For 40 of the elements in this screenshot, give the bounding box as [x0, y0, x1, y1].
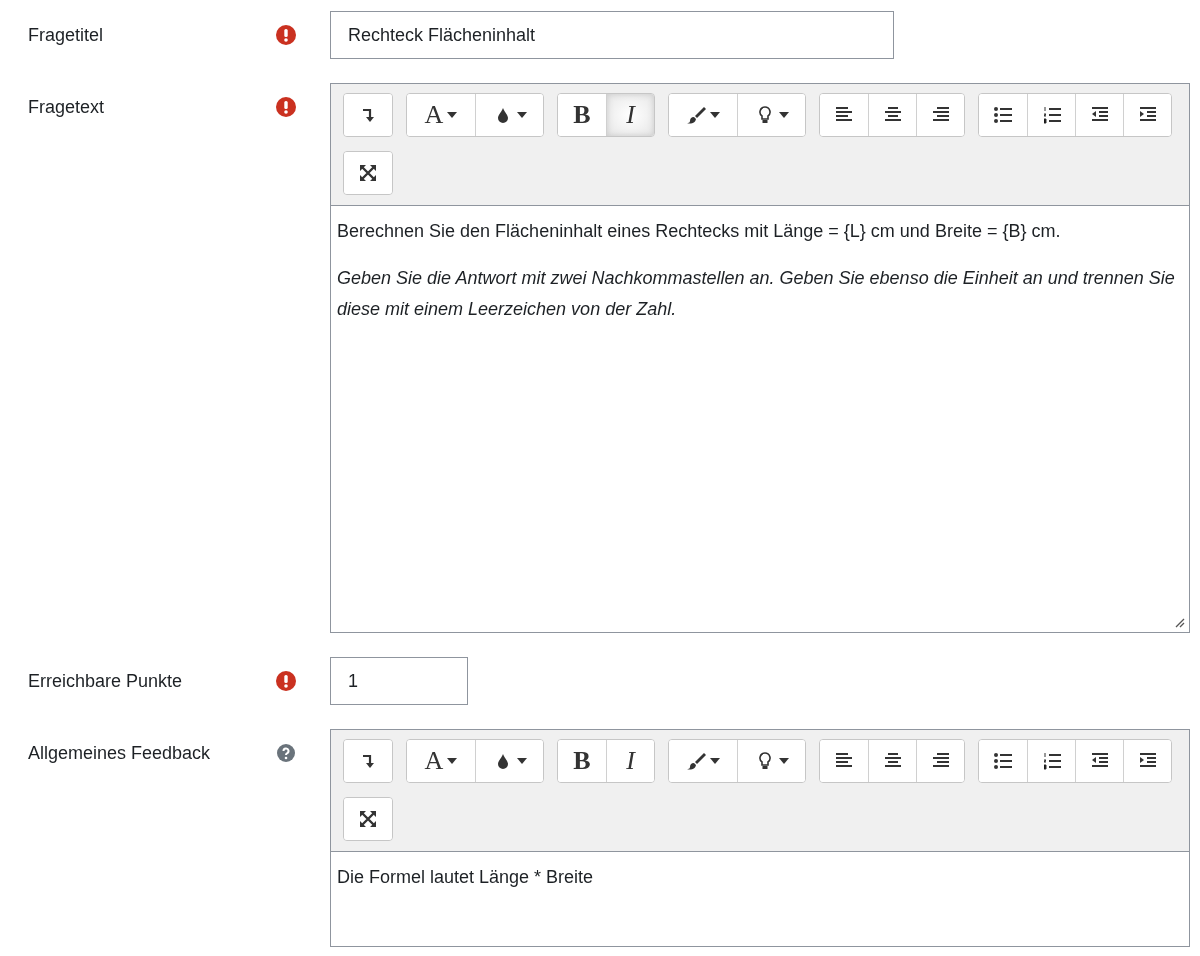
- toolbar-button[interactable]: I: [606, 94, 654, 136]
- toolbar-button[interactable]: [344, 94, 392, 136]
- caret-icon: [447, 758, 458, 764]
- bullet-list-icon: [993, 751, 1013, 771]
- paragraph: Geben Sie die Antwort mit zwei Nachkommastellen an. Geben Sie ebenso die Einheit an und trennen Sie diese mit einem Leerzeichen von der Zahl.: [337, 267, 1176, 321]
- input-field[interactable]: Rechteck Flächeninhalt: [330, 11, 894, 59]
- toolbar-button[interactable]: [475, 94, 543, 136]
- caret-icon: [778, 112, 789, 118]
- caret-icon: [710, 112, 720, 118]
- toolbar-button[interactable]: [344, 798, 392, 840]
- expand-icon: [358, 163, 378, 183]
- toolbar-button[interactable]: [1123, 94, 1171, 136]
- caret-icon: [516, 758, 527, 764]
- toolbar-button[interactable]: [344, 740, 392, 782]
- input-field[interactable]: 1: [330, 657, 468, 705]
- caret-icon: [778, 758, 789, 764]
- toolbar-button[interactable]: [344, 152, 392, 194]
- toolbar-button[interactable]: [916, 740, 964, 782]
- paragraph: Die Formel lautet Länge * Breite: [337, 866, 595, 889]
- resize-handle-icon: [1173, 616, 1185, 628]
- bullet-list-icon: [993, 105, 1013, 125]
- toolbar-button[interactable]: [737, 94, 805, 136]
- toolbar-button[interactable]: [737, 740, 805, 782]
- numbered-list-icon: [1041, 751, 1062, 771]
- toolbar-button[interactable]: I: [606, 740, 654, 782]
- toolbar-button[interactable]: [916, 94, 964, 136]
- field-label: Fragetext: [27, 96, 106, 118]
- field-label: Allgemeines Feedback: [27, 742, 212, 764]
- expand-icon: [358, 809, 378, 829]
- toolbar-button[interactable]: [1123, 740, 1171, 782]
- brush-icon: [686, 751, 706, 771]
- caret-icon: [516, 112, 527, 118]
- caret-icon: [447, 112, 458, 118]
- paragraph: Berechnen Sie den Flächeninhalt eines Rechtecks mit Länge = {L} cm und Breite = {B} cm.: [337, 220, 1062, 243]
- caret-icon: [710, 758, 720, 764]
- brush-icon: [686, 105, 706, 125]
- numbered-list-icon: [1041, 105, 1062, 125]
- field-label: Erreichbare Punkte: [27, 670, 184, 692]
- toolbar-button[interactable]: [475, 740, 543, 782]
- field-label: Fragetitel: [27, 24, 105, 46]
